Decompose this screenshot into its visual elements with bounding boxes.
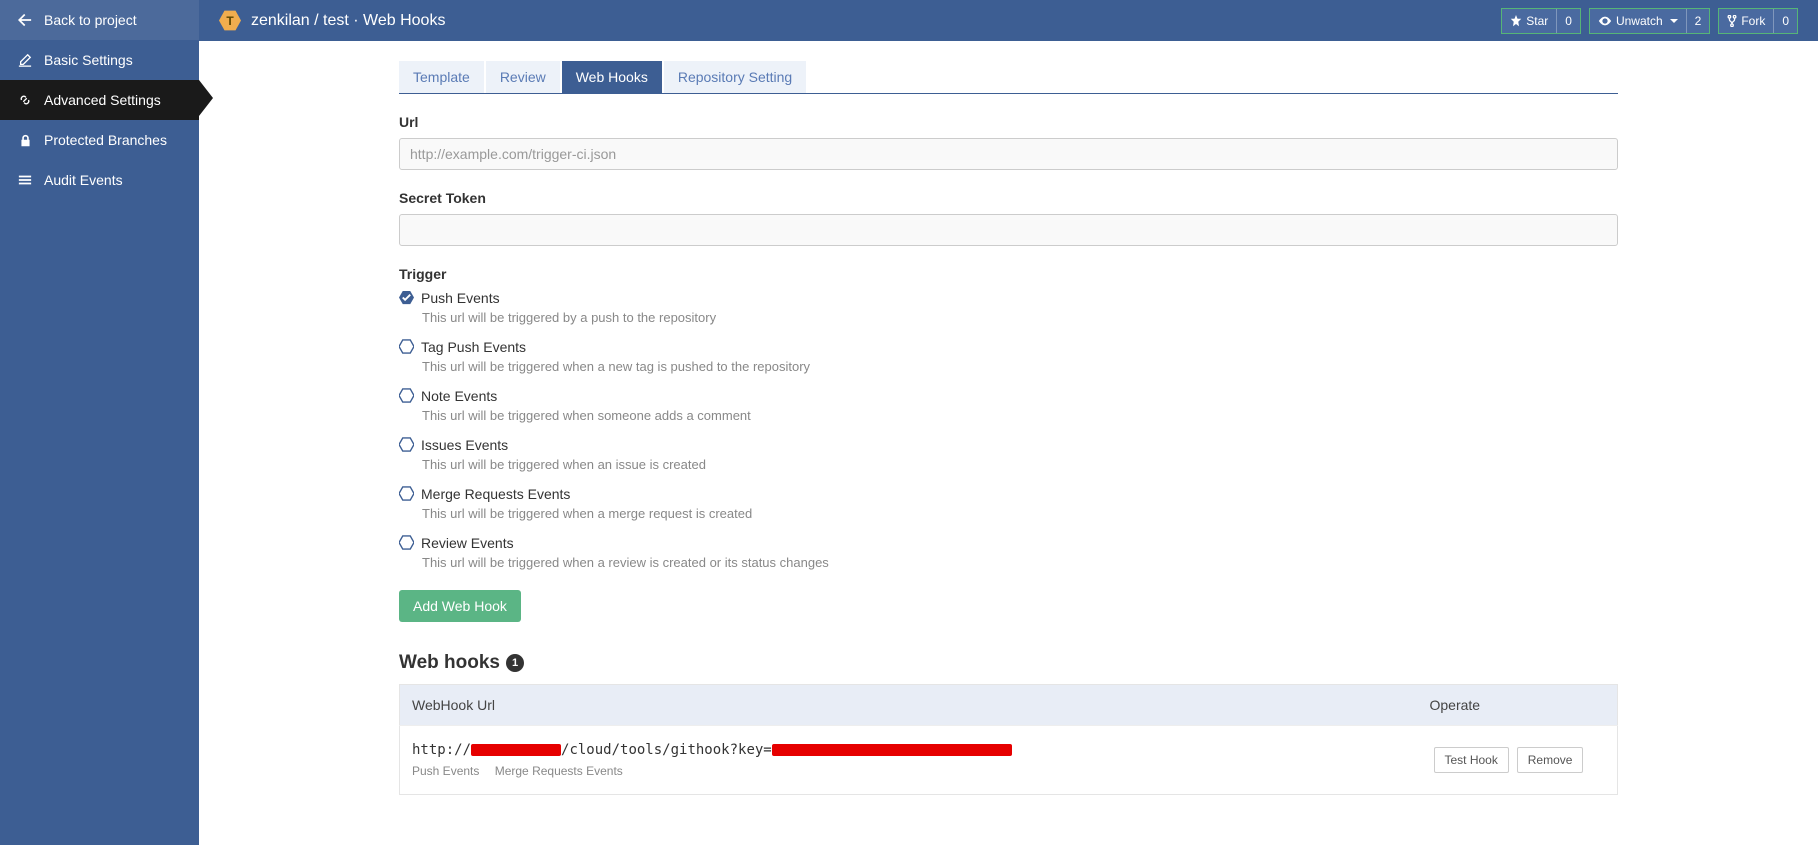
sidebar-item-protected-branches[interactable]: Protected Branches <box>0 120 199 160</box>
sidebar-item-label: Protected Branches <box>44 132 167 148</box>
tab-template[interactable]: Template <box>399 61 484 93</box>
webhook-tags: Push Events Merge Requests Events <box>412 764 1406 778</box>
trigger-issues-desc: This url will be triggered when an issue… <box>422 457 1618 472</box>
checkbox-push-events[interactable] <box>399 290 413 304</box>
url-label: Url <box>399 114 1618 130</box>
col-operate: Operate <box>1418 685 1618 726</box>
tab-review[interactable]: Review <box>486 61 560 93</box>
sidebar-item-basic-settings[interactable]: Basic Settings <box>0 40 199 80</box>
table-row: http:///cloud/tools/githook?key= Push Ev… <box>400 726 1618 795</box>
edit-icon <box>16 53 34 67</box>
remove-hook-button[interactable]: Remove <box>1517 747 1584 773</box>
trigger-tag-push-desc: This url will be triggered when a new ta… <box>422 359 1618 374</box>
redacted-segment <box>772 744 1012 756</box>
sidebar: Back to project Basic Settings Advanced … <box>0 0 199 845</box>
trigger-mr-desc: This url will be triggered when a merge … <box>422 506 1618 521</box>
lock-icon <box>16 134 34 147</box>
fork-button[interactable]: Fork 0 <box>1718 8 1798 34</box>
breadcrumb: zenkilan / test · Web Hooks <box>251 12 445 30</box>
unwatch-button[interactable]: Unwatch 2 <box>1589 8 1710 34</box>
trigger-note-label: Note Events <box>421 388 497 404</box>
webhook-url: http:///cloud/tools/githook?key= <box>412 742 1406 758</box>
sidebar-item-advanced-settings[interactable]: Advanced Settings <box>0 80 199 120</box>
checkbox-tag-push-events[interactable] <box>399 339 413 353</box>
checkbox-merge-requests-events[interactable] <box>399 486 413 500</box>
back-to-project[interactable]: Back to project <box>0 0 199 40</box>
add-web-hook-button[interactable]: Add Web Hook <box>399 590 521 622</box>
sidebar-item-label: Advanced Settings <box>44 92 161 108</box>
trigger-push-events-desc: This url will be triggered by a push to … <box>422 310 1618 325</box>
checkbox-review-events[interactable] <box>399 535 413 549</box>
fork-count: 0 <box>1773 9 1797 33</box>
tab-repository-setting[interactable]: Repository Setting <box>664 61 806 93</box>
web-hooks-section-title: Web hooks 1 <box>399 652 1618 674</box>
web-hooks-table: WebHook Url Operate http:///cloud/tools/… <box>399 684 1618 795</box>
redacted-segment <box>471 744 561 756</box>
back-label: Back to project <box>44 12 137 28</box>
trigger-push-events-label: Push Events <box>421 290 500 306</box>
chevron-down-icon <box>1670 19 1678 23</box>
arrow-left-icon <box>16 13 34 27</box>
trigger-mr-label: Merge Requests Events <box>421 486 570 502</box>
topbar: T zenkilan / test · Web Hooks Star 0 Unw… <box>199 0 1818 41</box>
list-icon <box>16 173 34 187</box>
trigger-review-desc: This url will be triggered when a review… <box>422 555 1618 570</box>
url-input[interactable] <box>399 138 1618 170</box>
trigger-review-label: Review Events <box>421 535 514 551</box>
sidebar-item-audit-events[interactable]: Audit Events <box>0 160 199 200</box>
tab-web-hooks[interactable]: Web Hooks <box>562 61 662 93</box>
col-webhook-url: WebHook Url <box>400 685 1418 726</box>
test-hook-button[interactable]: Test Hook <box>1434 747 1509 773</box>
trigger-tag-push-label: Tag Push Events <box>421 339 526 355</box>
checkbox-issues-events[interactable] <box>399 437 413 451</box>
web-hooks-count-badge: 1 <box>506 654 524 672</box>
sidebar-item-label: Audit Events <box>44 172 123 188</box>
secret-token-label: Secret Token <box>399 190 1618 206</box>
star-button[interactable]: Star 0 <box>1501 8 1581 34</box>
link-icon <box>16 93 34 107</box>
sidebar-item-label: Basic Settings <box>44 52 133 68</box>
star-count: 0 <box>1556 9 1580 33</box>
checkbox-note-events[interactable] <box>399 388 413 402</box>
trigger-label: Trigger <box>399 266 1618 282</box>
trigger-issues-label: Issues Events <box>421 437 508 453</box>
settings-tabs: Template Review Web Hooks Repository Set… <box>399 61 1618 94</box>
secret-token-input[interactable] <box>399 214 1618 246</box>
project-badge: T <box>219 10 241 32</box>
unwatch-count: 2 <box>1686 9 1710 33</box>
trigger-note-desc: This url will be triggered when someone … <box>422 408 1618 423</box>
